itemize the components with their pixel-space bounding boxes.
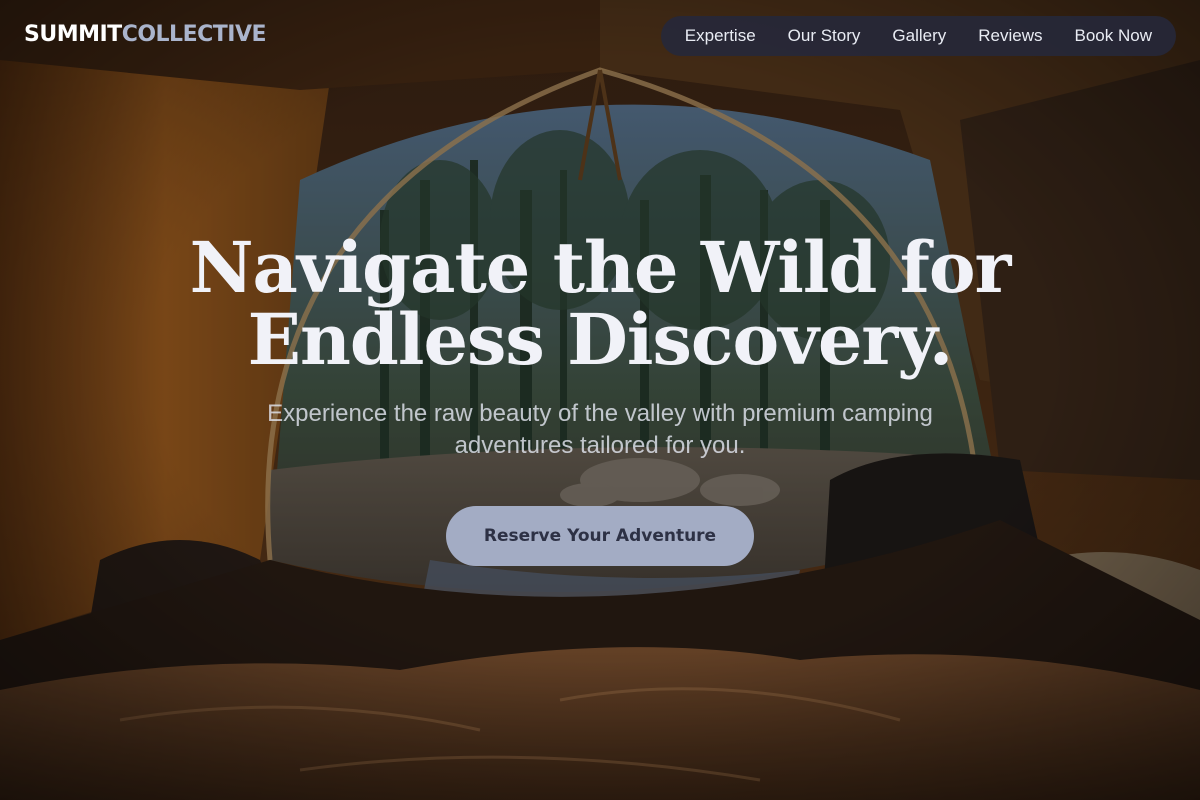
brand-logo[interactable]: SUMMITCOLLECTIVE [24, 20, 267, 50]
nav-item-expertise[interactable]: Expertise [669, 16, 772, 56]
hero-title: Navigate the Wild for Endless Discovery. [189, 226, 1012, 381]
hero-subtitle: Experience the raw beauty of the valley … [267, 400, 933, 459]
page: SUMMITCOLLECTIVE Expertise Our Story Gal… [0, 0, 1200, 800]
brand-name-primary: SUMMIT [24, 22, 122, 47]
nav-item-our-story[interactable]: Our Story [772, 16, 877, 56]
nav-item-reviews[interactable]: Reviews [962, 16, 1058, 56]
main-nav: Expertise Our Story Gallery Reviews Book… [660, 16, 1176, 56]
brand-name-secondary: COLLECTIVE [121, 22, 267, 47]
hero-section: Navigate the Wild for Endless Discovery.… [0, 232, 1200, 462]
reserve-adventure-button[interactable]: Reserve Your Adventure [446, 506, 754, 566]
nav-item-book-now[interactable]: Book Now [1059, 16, 1168, 56]
nav-item-gallery[interactable]: Gallery [876, 16, 962, 56]
